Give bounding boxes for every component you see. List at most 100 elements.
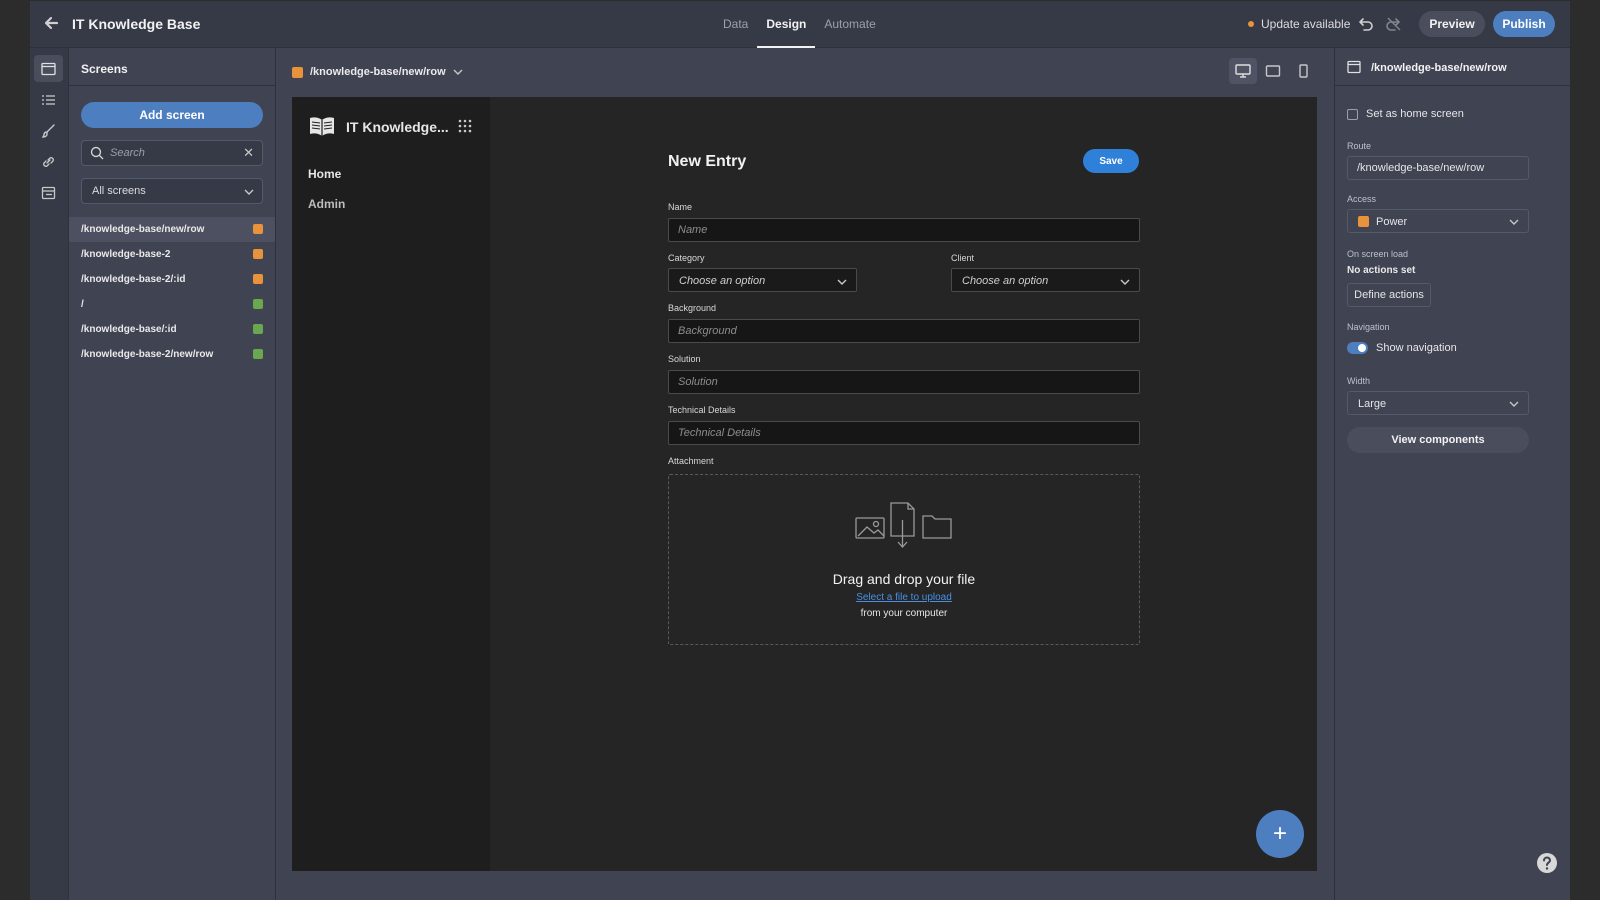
home-screen-label: Set as home screen [1366,108,1464,120]
name-label: Name [668,202,693,212]
navigation-label: Navigation [1347,322,1390,332]
category-select[interactable]: Choose an option [668,268,857,292]
search-input[interactable] [110,144,240,162]
theme-brush-icon [41,123,55,138]
current-route-selector[interactable]: /knowledge-base/new/row [292,66,463,78]
add-screen-button[interactable]: Add screen [81,102,263,128]
rail-components[interactable] [34,86,63,113]
add-component-button[interactable]: + [1256,810,1304,858]
access-select[interactable]: Power [1347,209,1529,233]
clear-search-icon[interactable]: ✕ [243,145,254,161]
screen-access-indicator [253,324,263,334]
settings-header: /knowledge-base/new/row [1335,48,1571,86]
tab-data[interactable]: Data [714,1,757,48]
link-icon [43,156,54,167]
screen-access-indicator [253,224,263,234]
background-field[interactable] [668,319,1140,343]
rail-data-table[interactable] [34,179,63,206]
category-value: Choose an option [679,275,766,287]
save-button[interactable]: Save [1083,149,1139,173]
screen-filter-select[interactable]: All screens [81,178,263,204]
chevron-down-icon [244,189,254,195]
toggle-knob [1358,344,1366,352]
screen-search: ✕ [81,140,263,166]
attachment-label: Attachment [668,456,714,466]
screens-title: Screens [81,62,128,76]
chevron-down-icon [837,279,847,285]
screen-route: /knowledge-base/new/row [81,224,205,235]
update-label: Update available [1261,17,1351,31]
screen-route: /knowledge-base-2 [81,249,171,260]
undo-icon[interactable] [1356,15,1374,33]
onload-status: No actions set [1347,265,1416,276]
tab-design[interactable]: Design [757,1,816,48]
back-arrow-icon[interactable] [42,14,60,32]
select-file-link[interactable]: Select a file to upload [669,592,1139,603]
file-upload-icon [855,502,952,548]
tab-automate[interactable]: Automate [815,1,884,48]
nav-link-admin[interactable]: Admin [308,197,345,211]
width-select[interactable]: Large [1347,391,1529,415]
tablet-icon [1265,65,1281,77]
route-access-indicator [292,66,303,78]
update-available[interactable]: Update available [1248,17,1350,31]
screen-settings-panel: /knowledge-base/new/row Set as home scre… [1334,48,1571,900]
home-screen-checkbox[interactable] [1347,108,1358,120]
attachment-dropzone[interactable]: Drag and drop your file Select a file to… [668,474,1140,645]
screen-access-indicator [253,349,263,359]
screens-panel-header: Screens [69,48,275,86]
search-icon [90,146,104,160]
device-tablet-button[interactable] [1259,58,1287,84]
screen-list-item[interactable]: /knowledge-base/:id [69,317,275,342]
app-preview: IT Knowledge... Home Admin New Entry Sav… [292,97,1317,871]
view-components-button[interactable]: View components [1347,427,1529,453]
route-input[interactable] [1347,156,1529,180]
rail-links[interactable] [34,148,63,175]
dropzone-subtitle: from your computer [860,608,948,619]
publish-button[interactable]: Publish [1493,11,1555,37]
width-value: Large [1358,398,1387,410]
screen-list-item[interactable]: /knowledge-base/new/row [69,217,275,242]
screen-route: / [81,299,84,310]
book-logo-icon [310,117,334,136]
app-title: IT Knowledge Base [72,16,201,32]
route-label: Route [1347,141,1372,151]
desktop-icon [1235,64,1251,78]
screen-list-item[interactable]: /knowledge-base-2/:id [69,267,275,292]
show-navigation-toggle-row[interactable]: Show navigation [1347,342,1457,354]
width-label: Width [1347,376,1371,386]
client-label: Client [951,253,975,263]
name-field[interactable] [668,218,1140,242]
define-actions-button[interactable]: Define actions [1347,283,1431,307]
chevron-down-icon [1120,279,1130,285]
top-tabs: Data Design Automate [714,1,885,48]
screen-route: /knowledge-base-2/:id [81,274,186,285]
redo-icon[interactable] [1385,15,1403,33]
preview-app-title: IT Knowledge... [346,119,449,135]
grid-menu-icon[interactable] [458,119,472,133]
preview-button[interactable]: Preview [1419,11,1485,37]
device-mobile-button[interactable] [1289,58,1317,84]
screen-list-item[interactable]: /knowledge-base-2 [69,242,275,267]
solution-label: Solution [668,354,701,364]
current-route: /knowledge-base/new/row [310,66,446,78]
client-select[interactable]: Choose an option [951,268,1140,292]
rail-theme[interactable] [34,117,63,144]
access-color-indicator [1358,216,1369,227]
rail-screens[interactable] [34,55,63,82]
settings-title: /knowledge-base/new/row [1371,62,1507,74]
access-label: Access [1347,194,1377,204]
screen-list-item[interactable]: / [69,292,275,317]
dropzone-title: Drag and drop your file [832,571,976,587]
form-title: New Entry [668,153,747,170]
show-navigation-toggle[interactable] [1347,342,1368,354]
technical-details-field[interactable] [668,421,1140,445]
home-screen-checkbox-row[interactable]: Set as home screen [1347,108,1464,120]
help-icon[interactable] [1536,852,1558,874]
solution-field[interactable] [668,370,1140,394]
device-desktop-button[interactable] [1229,58,1257,84]
plus-icon: + [1272,820,1287,847]
chevron-down-icon [1509,219,1519,225]
nav-link-home[interactable]: Home [308,167,341,181]
screen-list-item[interactable]: /knowledge-base-2/new/row [69,342,275,367]
